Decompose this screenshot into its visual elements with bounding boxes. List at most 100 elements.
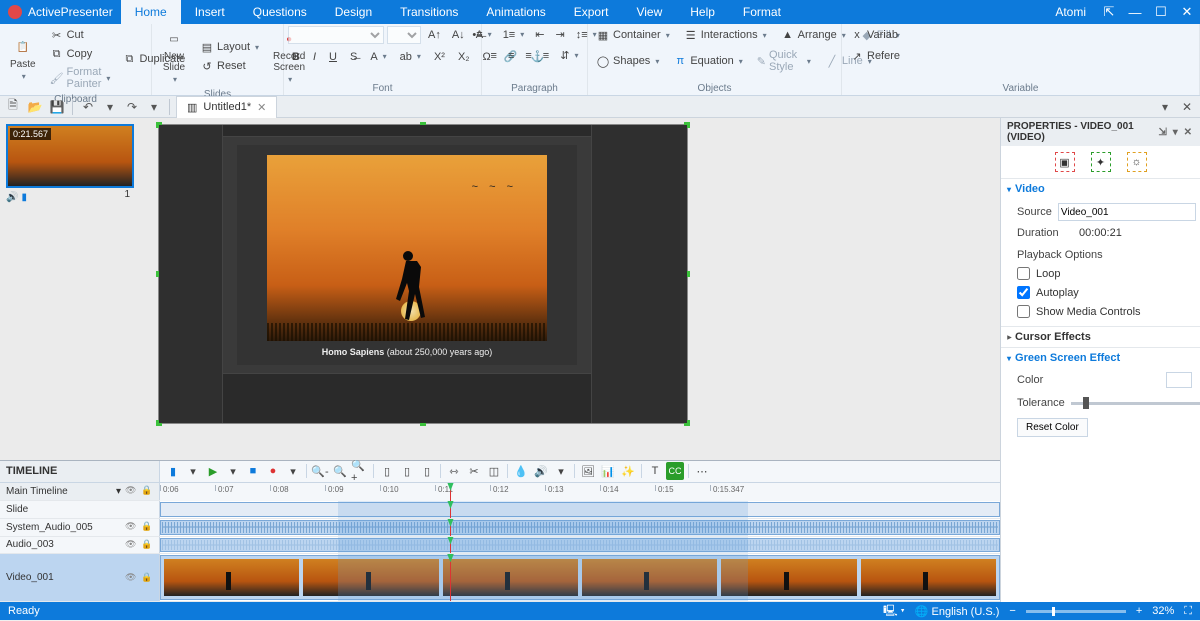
undo-icon[interactable]: ↶ xyxy=(79,98,97,116)
track-video[interactable]: Video_001👁🔒 xyxy=(0,554,160,601)
pin-button[interactable]: ⇱ xyxy=(1096,4,1122,20)
tab-questions[interactable]: Questions xyxy=(239,0,321,24)
tl-snap1-icon[interactable]: ▯ xyxy=(378,462,396,480)
align-left-button[interactable]: ≡ xyxy=(487,47,501,64)
redo-icon[interactable]: ↷ xyxy=(123,98,141,116)
tl-prev-dropdown[interactable]: ▾ xyxy=(184,462,202,480)
tl-volume-icon[interactable]: 🔊 xyxy=(532,462,550,480)
undo-dropdown[interactable]: ▾ xyxy=(101,98,119,116)
tl-image-icon[interactable]: 🖼 xyxy=(579,462,597,480)
eye-icon[interactable]: 👁 xyxy=(125,572,137,584)
props-dock-icon[interactable]: ⇲ xyxy=(1156,127,1169,138)
variables-button[interactable]: xVariab xyxy=(846,26,902,44)
track-audio[interactable]: Audio_003👁🔒 xyxy=(0,537,160,554)
quick-style-button[interactable]: ✎Quick Style xyxy=(753,47,815,75)
tl-stop-icon[interactable]: ■ xyxy=(244,462,262,480)
track-slide[interactable]: Slide xyxy=(0,501,160,518)
highlight-button[interactable]: ab xyxy=(396,48,425,65)
panel-close-icon[interactable]: ✕ xyxy=(1178,98,1196,116)
tl-cc-icon[interactable]: CC xyxy=(666,462,684,480)
reset-button[interactable]: ↺Reset xyxy=(196,57,263,75)
lock-icon[interactable]: 🔒 xyxy=(141,485,153,497)
format-painter-button[interactable]: 🖌Format Painter xyxy=(46,64,115,92)
tl-play-dropdown[interactable]: ▾ xyxy=(224,462,242,480)
eye-icon[interactable]: 👁 xyxy=(125,485,137,497)
doc-close-icon[interactable]: ✕ xyxy=(257,101,266,114)
numbering-button[interactable]: 1≡ xyxy=(499,26,529,43)
font-family-select[interactable] xyxy=(288,26,384,44)
eye-icon[interactable]: 👁 xyxy=(125,539,137,551)
paste-button[interactable]: 📋 Paste xyxy=(4,34,42,84)
layout-button[interactable]: ▤Layout xyxy=(196,38,263,56)
outdent-button[interactable]: ⇤ xyxy=(531,26,548,43)
tab-format[interactable]: Format xyxy=(729,0,795,24)
font-size-select[interactable] xyxy=(387,26,421,44)
source-input[interactable] xyxy=(1058,203,1196,221)
autoplay-checkbox[interactable] xyxy=(1017,286,1030,299)
arrange-button[interactable]: ▲Arrange xyxy=(777,26,850,44)
tl-zoom-in-icon[interactable]: 🔍+ xyxy=(351,462,369,480)
lock-icon[interactable]: 🔒 xyxy=(141,539,153,551)
fit-screen-icon[interactable]: ⛶ xyxy=(1184,605,1192,618)
show-controls-checkbox[interactable] xyxy=(1017,305,1030,318)
tl-volume-dropdown[interactable]: ▾ xyxy=(552,462,570,480)
tl-record-icon[interactable]: ● xyxy=(264,462,282,480)
italic-button[interactable]: I xyxy=(309,48,320,65)
tab-export[interactable]: Export xyxy=(560,0,623,24)
props-dropdown-icon[interactable]: ▾ xyxy=(1169,127,1182,138)
panel-dropdown-icon[interactable]: ▾ xyxy=(1156,98,1174,116)
prop-tab-video-icon[interactable]: ▣ xyxy=(1055,152,1075,172)
cut-button[interactable]: ✂Cut xyxy=(46,26,115,44)
interactions-button[interactable]: ☰Interactions xyxy=(680,26,771,44)
container-button[interactable]: ▦Container xyxy=(592,26,674,44)
track-main-label[interactable]: Main Timeline ▾ 👁 🔒 xyxy=(0,483,160,500)
tl-chart-icon[interactable]: 📊 xyxy=(599,462,617,480)
lock-icon[interactable]: 🔒 xyxy=(141,572,153,584)
zoom-slider[interactable] xyxy=(1026,610,1126,613)
open-icon[interactable]: 📂 xyxy=(26,98,44,116)
redo-dropdown[interactable]: ▾ xyxy=(145,98,163,116)
tl-skip-start-icon[interactable]: ▮ xyxy=(164,462,182,480)
tl-zoom-fit-icon[interactable]: 🔍 xyxy=(331,462,349,480)
tab-design[interactable]: Design xyxy=(321,0,386,24)
prop-tab-audio-icon[interactable]: ☼ xyxy=(1127,152,1147,172)
bold-button[interactable]: B xyxy=(288,48,304,65)
new-slide-button[interactable]: ▭ New Slide xyxy=(156,26,192,87)
save-icon[interactable]: 💾 xyxy=(48,98,66,116)
props-close-icon[interactable]: ✕ xyxy=(1182,127,1195,138)
section-green-screen[interactable]: ▾Green Screen Effect xyxy=(1001,348,1200,368)
tl-trim-icon[interactable]: ✂ xyxy=(465,462,483,480)
tolerance-slider[interactable] xyxy=(1071,402,1200,405)
document-tab[interactable]: ▥ Untitled1* ✕ xyxy=(176,96,277,118)
reference-button[interactable]: ↗Refere xyxy=(846,47,904,65)
eye-icon[interactable]: 👁 xyxy=(125,521,137,533)
track-dropdown-icon[interactable]: ▾ xyxy=(116,486,121,497)
underline-button[interactable]: U xyxy=(325,48,341,65)
timeline-ruler[interactable]: 0:060:070:080:090:100:110:120:130:140:15… xyxy=(160,483,1000,501)
shapes-button[interactable]: ◯Shapes xyxy=(592,47,663,75)
copy-button[interactable]: ⧉Copy xyxy=(46,45,115,63)
close-button[interactable]: ✕ xyxy=(1174,4,1200,20)
tl-fx-icon[interactable]: ✨ xyxy=(619,462,637,480)
language-button[interactable]: 🌐 English (U.S.) xyxy=(915,605,1000,618)
slide-thumbnail-1[interactable]: 0:21.567 1 xyxy=(6,124,134,188)
zoom-in-button[interactable]: + xyxy=(1136,605,1142,617)
slide-canvas[interactable]: ~ ~ ~ Homo Sapiens (about 250,000 years … xyxy=(158,124,688,424)
tl-text-icon[interactable]: T xyxy=(646,462,664,480)
track-sys-audio[interactable]: System_Audio_005👁🔒 xyxy=(0,519,160,536)
prop-tab-interactivity-icon[interactable]: ✦ xyxy=(1091,152,1111,172)
loop-checkbox[interactable] xyxy=(1017,267,1030,280)
green-color-swatch[interactable] xyxy=(1166,372,1192,388)
strike-button[interactable]: S̶ xyxy=(346,48,361,65)
font-grow-button[interactable]: A↑ xyxy=(424,27,445,43)
new-doc-icon[interactable]: 🗎 xyxy=(4,98,22,116)
superscript-button[interactable]: X² xyxy=(430,48,449,65)
tl-zoom-out-icon[interactable]: 🔍- xyxy=(311,462,329,480)
tl-color-icon[interactable]: 💧 xyxy=(512,462,530,480)
tl-split-icon[interactable]: ⇿ xyxy=(445,462,463,480)
tab-animations[interactable]: Animations xyxy=(472,0,559,24)
tl-snap3-icon[interactable]: ▯ xyxy=(418,462,436,480)
tl-more-icon[interactable]: ⋯ xyxy=(693,462,711,480)
tl-snap2-icon[interactable]: ▯ xyxy=(398,462,416,480)
maximize-button[interactable]: ☐ xyxy=(1148,4,1174,20)
